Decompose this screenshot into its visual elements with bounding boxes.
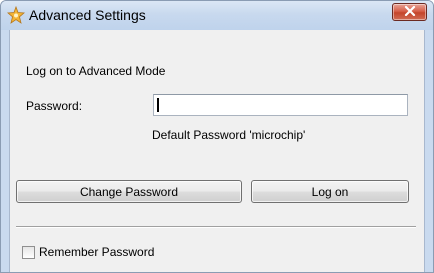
dialog-body: Log on to Advanced Mode Password: Defaul… (9, 30, 425, 272)
mode-heading: Log on to Advanced Mode (26, 64, 166, 78)
password-input[interactable] (153, 94, 408, 116)
window-title: Advanced Settings (29, 7, 146, 23)
title-bar[interactable]: Advanced Settings (1, 1, 433, 30)
default-password-hint: Default Password 'microchip' (152, 128, 306, 142)
remember-password-checkbox[interactable] (22, 246, 35, 259)
text-caret (157, 98, 159, 112)
change-password-button[interactable]: Change Password (16, 180, 242, 203)
remember-password-label[interactable]: Remember Password (39, 245, 154, 259)
password-label: Password: (26, 99, 83, 113)
wizard-star-icon (7, 5, 25, 24)
separator (16, 226, 416, 228)
dialog-window: Advanced Settings Log on to Advanced Mod… (0, 0, 434, 273)
log-on-button[interactable]: Log on (251, 180, 409, 203)
close-x-icon (404, 5, 416, 19)
close-button[interactable] (392, 3, 427, 21)
